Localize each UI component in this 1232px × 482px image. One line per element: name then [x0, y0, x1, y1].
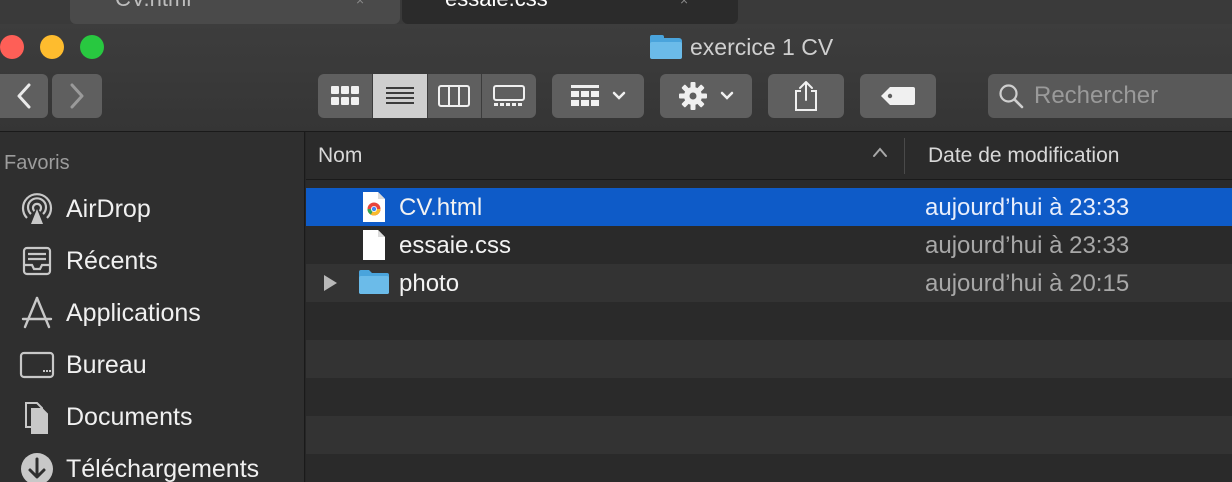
- window-title: exercice 1 CV: [650, 32, 833, 62]
- empty-row: [306, 416, 1232, 454]
- editor-tab-essaie-label: essaie.css: [445, 0, 548, 12]
- applications-icon: [18, 294, 56, 332]
- minimize-window-button[interactable]: [40, 35, 64, 59]
- sidebar-item-label: Récents: [66, 246, 158, 275]
- file-row-essaie-css[interactable]: essaie.css aujourd’hui à 23:33: [306, 226, 1232, 264]
- file-date: aujourd’hui à 23:33: [925, 232, 1130, 259]
- sidebar-heading-favorites: Favoris: [4, 152, 70, 174]
- empty-row: [306, 340, 1232, 378]
- search-field[interactable]: Rechercher: [988, 74, 1232, 118]
- view-mode-control: [318, 74, 536, 118]
- close-icon[interactable]: ×: [680, 0, 688, 8]
- column-view-button[interactable]: [428, 74, 483, 118]
- sidebar-item-recents[interactable]: Récents: [18, 241, 158, 281]
- forward-button[interactable]: [52, 74, 102, 118]
- action-menu-button[interactable]: [660, 74, 752, 118]
- file-name: essaie.css: [399, 232, 512, 259]
- documents-icon: [18, 398, 56, 436]
- disclosure-triangle-icon[interactable]: [324, 275, 337, 291]
- title-bar: exercice 1 CV Rechercher: [0, 24, 1232, 132]
- gear-icon: [679, 82, 707, 110]
- sidebar-item-desktop[interactable]: Bureau: [18, 345, 147, 385]
- empty-row: [306, 454, 1232, 482]
- airdrop-icon: [18, 190, 56, 228]
- sidebar-item-label: AirDrop: [66, 194, 151, 223]
- html-file-icon: [363, 192, 385, 222]
- sidebar-item-airdrop[interactable]: AirDrop: [18, 189, 151, 229]
- column-divider[interactable]: [904, 138, 905, 174]
- close-icon[interactable]: ×: [356, 0, 364, 8]
- zoom-window-button[interactable]: [80, 35, 104, 59]
- css-file-icon: [363, 230, 385, 260]
- window-title-text: exercice 1 CV: [690, 33, 834, 60]
- chevron-down-icon: [612, 91, 626, 100]
- group-button[interactable]: [552, 74, 644, 118]
- share-icon: [795, 81, 817, 111]
- group-grid-icon: [571, 85, 599, 106]
- downloads-icon: [18, 450, 56, 482]
- chevron-right-icon: [70, 83, 84, 109]
- folder-icon: [650, 35, 682, 59]
- icon-view-button[interactable]: [318, 74, 373, 118]
- chevron-down-icon: [720, 91, 734, 100]
- folder-icon: [359, 270, 389, 294]
- sidebar-item-applications[interactable]: Applications: [18, 293, 201, 333]
- close-window-button[interactable]: [0, 35, 24, 59]
- desktop-icon: [18, 346, 56, 384]
- empty-row: [306, 378, 1232, 416]
- icon-grid-icon: [330, 86, 359, 105]
- editor-tab-strip: CV.html × essaie.css ×: [0, 0, 1232, 24]
- sidebar-item-documents[interactable]: Documents: [18, 397, 192, 437]
- file-name: photo: [399, 270, 460, 297]
- column-header-date[interactable]: Date de modification: [928, 144, 1119, 168]
- sort-ascending-icon: [873, 147, 887, 157]
- editor-tab-cv-label: CV.html: [115, 0, 191, 12]
- sidebar-item-label: Applications: [66, 298, 201, 327]
- file-row-cv-html[interactable]: CV.html aujourd’hui à 23:33: [306, 188, 1232, 226]
- file-list: Nom Date de modification CV.html aujourd…: [306, 132, 1232, 482]
- sidebar-item-label: Téléchargements: [66, 454, 260, 482]
- list-view-button[interactable]: [372, 74, 428, 118]
- sidebar-item-downloads[interactable]: Téléchargements: [18, 449, 259, 482]
- search-icon: [999, 84, 1024, 109]
- columns-icon: [438, 85, 471, 107]
- gallery-icon: [493, 85, 526, 106]
- tag-button[interactable]: [860, 74, 936, 118]
- file-row-photo[interactable]: photo aujourd’hui à 20:15: [306, 264, 1232, 302]
- list-lines-icon: [385, 87, 414, 104]
- recents-icon: [18, 242, 56, 280]
- file-name: CV.html: [399, 194, 483, 221]
- file-date: aujourd’hui à 20:15: [925, 270, 1130, 297]
- empty-row: [306, 302, 1232, 340]
- share-button[interactable]: [768, 74, 844, 118]
- sidebar: Favoris AirDrop Récents Applications Bur…: [0, 132, 305, 482]
- tag-icon: [881, 87, 915, 105]
- column-header: Nom Date de modification: [306, 132, 1232, 180]
- sidebar-item-label: Documents: [66, 402, 193, 431]
- column-header-name[interactable]: Nom: [318, 144, 362, 168]
- finder-window: exercice 1 CV Rechercher Favoris AirDrop…: [0, 24, 1232, 482]
- sidebar-item-label: Bureau: [66, 350, 147, 379]
- chevron-left-icon: [17, 83, 31, 109]
- back-button[interactable]: [0, 74, 48, 118]
- file-date: aujourd’hui à 23:33: [925, 194, 1130, 221]
- gallery-view-button[interactable]: [482, 74, 536, 118]
- search-placeholder: Rechercher: [1034, 82, 1159, 109]
